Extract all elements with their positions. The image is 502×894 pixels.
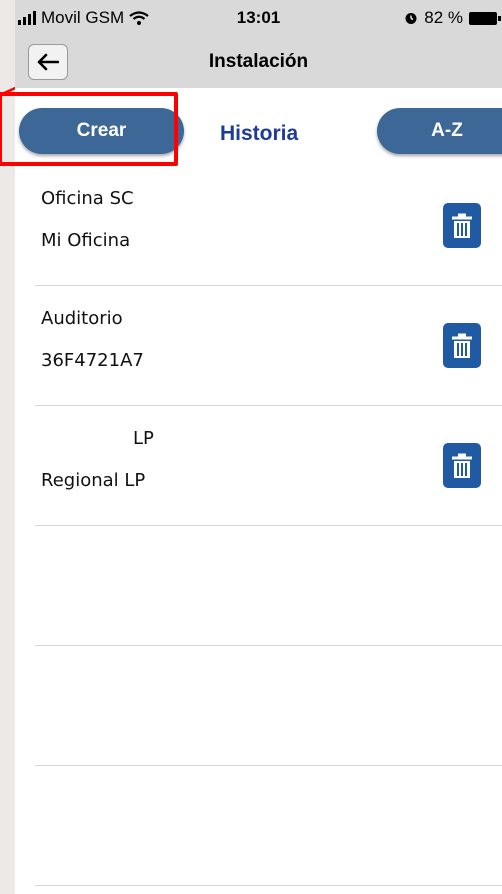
list-item[interactable]: Auditorio 36F4721A7 (35, 286, 502, 406)
delete-button[interactable] (443, 323, 481, 368)
item-name: LP (133, 428, 154, 449)
delete-button[interactable] (443, 443, 481, 488)
sort-az-button[interactable]: A-Z (377, 108, 502, 154)
status-bar: Movil GSM 13:01 82 % (15, 0, 502, 38)
list-item-empty (35, 526, 502, 646)
page-title: Instalación (208, 51, 309, 72)
battery-percent: 82 % (424, 8, 463, 27)
list-item-empty (35, 646, 502, 766)
navigation-bar: Instalación (15, 38, 502, 89)
screen: Movil GSM 13:01 82 % Instalación Crear A… (0, 0, 502, 894)
list-item-empty (35, 766, 502, 886)
item-name: Oficina SC (41, 188, 134, 209)
trash-icon (452, 213, 472, 238)
tab-history[interactable]: Historia (220, 122, 298, 146)
battery-icon (469, 11, 501, 25)
highlight-box (0, 92, 178, 166)
alarm-icon (405, 13, 417, 24)
list-item[interactable]: LP Regional LP (35, 406, 502, 526)
list-item[interactable]: Oficina SC Mi Oficina (35, 166, 502, 286)
installation-list: Oficina SC Mi Oficina Auditorio 36F4721A… (35, 166, 502, 886)
trash-icon (452, 453, 472, 478)
item-name: Auditorio (41, 308, 123, 329)
item-subtitle: Mi Oficina (41, 230, 131, 251)
trash-icon (452, 333, 472, 358)
item-subtitle: 36F4721A7 (41, 350, 144, 371)
item-subtitle: Regional LP (41, 470, 146, 491)
delete-button[interactable] (443, 203, 481, 248)
